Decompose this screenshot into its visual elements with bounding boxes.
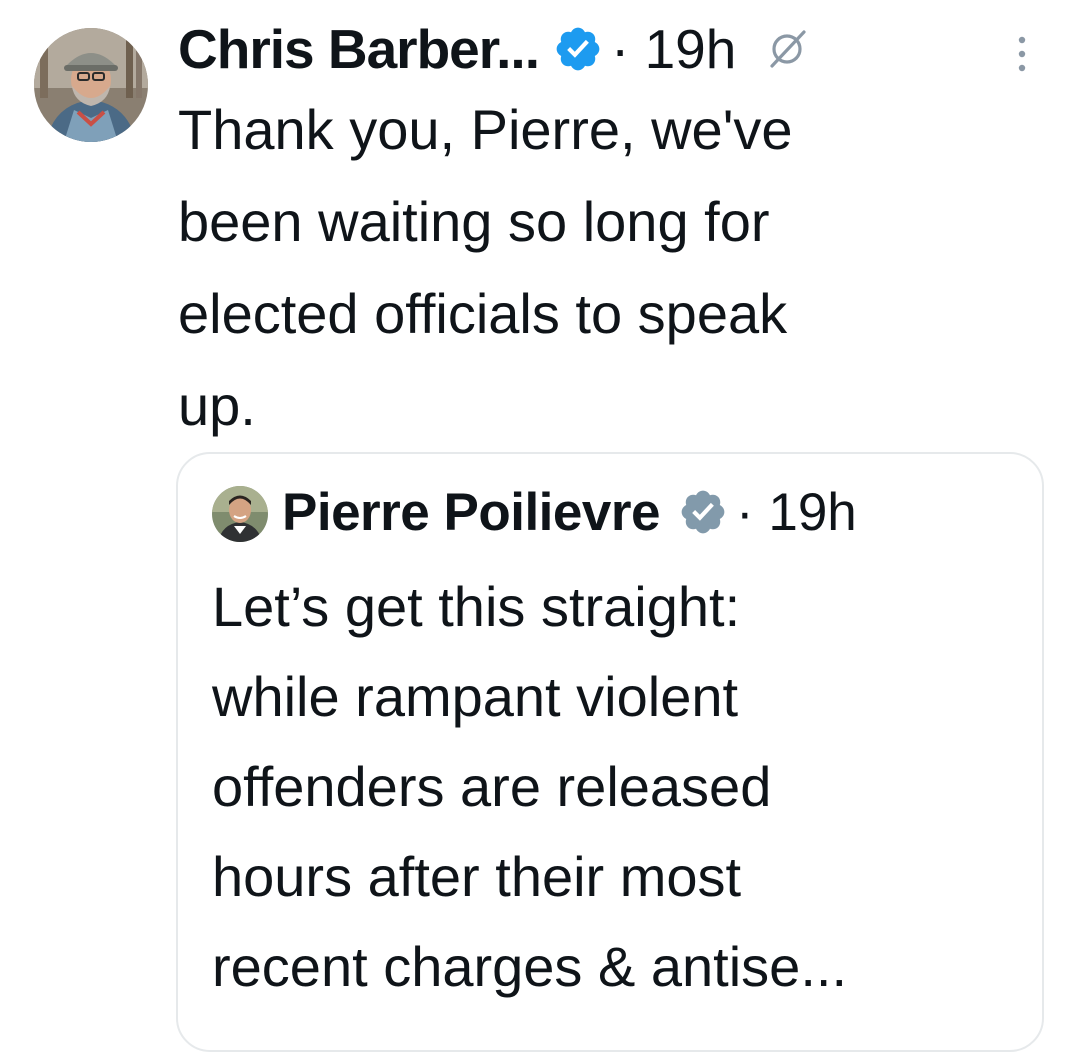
tweet-text: Thank you, Pierre, we've been waiting so…: [178, 98, 793, 437]
verified-badge-icon[interactable]: [553, 24, 603, 74]
quoted-author-avatar[interactable]: [212, 486, 268, 542]
author-avatar[interactable]: [34, 28, 148, 142]
grok-icon[interactable]: [766, 28, 808, 70]
quoted-tweet-time[interactable]: · 19h: [736, 482, 857, 543]
quoted-tweet-card[interactable]: Pierre Poilievre · 19h Let’s get this st…: [176, 452, 1044, 1052]
quoted-tweet-text: Let’s get this straight: while rampant v…: [212, 575, 848, 998]
more-vertical-icon[interactable]: [1012, 34, 1032, 74]
quoted-avatar-image: [212, 486, 268, 542]
quoted-author-name[interactable]: Pierre Poilievre: [282, 482, 660, 543]
verified-badge-grey-icon[interactable]: [678, 487, 728, 537]
quoted-tweet-header: Pierre Poilievre · 19h: [282, 476, 857, 548]
author-name[interactable]: Chris Barber...: [178, 17, 540, 81]
tweet-header: Chris Barber... · 19h: [178, 14, 808, 84]
tweet-time[interactable]: · 19h: [611, 17, 736, 81]
avatar-image: [34, 28, 148, 142]
